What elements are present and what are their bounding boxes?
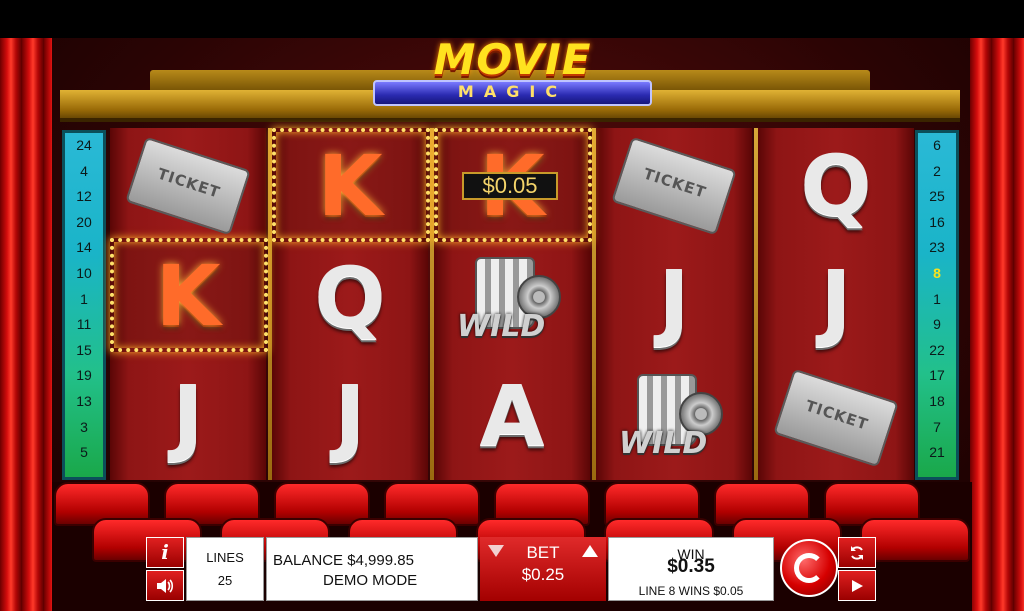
ticket-icon: TICKET: [773, 368, 899, 467]
ticket-icon: TICKET: [125, 136, 251, 235]
symbol-letter: J: [658, 251, 690, 350]
symbol-q: Q: [758, 128, 914, 243]
mode-text: DEMO MODE: [323, 572, 418, 589]
payline-number: 1: [933, 290, 941, 307]
spin-icon: [794, 553, 824, 583]
symbol-ticket: TICKET: [596, 128, 752, 243]
symbol-j: J: [272, 358, 428, 473]
symbol-letter: J: [172, 366, 204, 465]
payline-number: 7: [933, 418, 941, 435]
payline-number: 14: [76, 239, 92, 256]
win-display: WIN $0.35 LINE 8 WINS $0.05: [608, 537, 774, 601]
symbol-letter: K: [155, 246, 221, 345]
payline-number: 5: [80, 444, 88, 461]
play-icon: [852, 580, 863, 592]
spin-button[interactable]: [780, 539, 838, 597]
payline-indicators-right: 6 2 25 16 23 8 1 9 22 17 18 7 21: [915, 130, 959, 480]
symbol-ticket: TICKET: [758, 360, 914, 475]
payline-number: 2: [933, 162, 941, 179]
game-stage: MOVIE MAGIC 24 4 12 20 14 10 1 11 15 19 13 3 5 6 2 25 1…: [0, 0, 1024, 611]
bet-increase-button[interactable]: [582, 545, 598, 557]
payline-number: 18: [929, 392, 945, 409]
payline-number: 20: [76, 213, 92, 230]
payline-number: 13: [76, 392, 92, 409]
wild-icon: WILD: [609, 368, 739, 468]
payline-indicators-left: 24 4 12 20 14 10 1 11 15 19 13 3 5: [62, 130, 106, 480]
payline-number: 4: [80, 162, 88, 179]
win-detail: LINE 8 WINS $0.05: [638, 584, 744, 598]
autoplay-button[interactable]: [838, 537, 876, 568]
logo-subtitle: MAGIC: [457, 82, 568, 101]
symbol-letter: Q: [314, 248, 386, 347]
ticket-label: TICKET: [155, 164, 223, 202]
payline-number: 25: [929, 188, 945, 205]
payline-number: 16: [929, 213, 945, 230]
payline-number: 21: [929, 444, 945, 461]
refresh-icon: [851, 546, 863, 560]
payline-number: 1: [80, 290, 88, 307]
symbol-q: Q: [272, 240, 428, 355]
wild-icon: WILD: [447, 251, 577, 351]
symbol-k: K: [272, 128, 428, 243]
bet-decrease-button[interactable]: [488, 545, 504, 557]
wild-label: WILD: [457, 308, 546, 344]
ticket-icon: TICKET: [611, 136, 737, 235]
symbol-letter: Q: [800, 136, 872, 235]
logo-title: MOVIE: [433, 35, 592, 84]
payline-number: 10: [76, 264, 92, 281]
payline-number: 3: [80, 418, 88, 435]
symbol-letter: A: [479, 366, 545, 465]
ticket-label: TICKET: [803, 396, 871, 434]
lines-display: LINES 25: [186, 537, 264, 601]
ticket-label: TICKET: [641, 164, 709, 202]
symbol-wild: WILD: [596, 360, 752, 475]
payline-number: 24: [76, 137, 92, 153]
balance-display: BALANCE $4,999.85 DEMO MODE: [266, 537, 478, 601]
symbol-letter: J: [334, 366, 366, 465]
left-curtain: [0, 38, 52, 611]
payline-number: 9: [933, 316, 941, 333]
play-button[interactable]: [838, 570, 876, 601]
seat: [860, 518, 970, 562]
lines-label: LINES: [206, 550, 244, 565]
symbol-ticket: TICKET: [110, 128, 266, 243]
symbol-j: J: [596, 243, 752, 358]
symbol-k: K: [110, 238, 266, 353]
game-logo: MOVIE MAGIC: [355, 38, 670, 110]
line-win-amount-tag: $0.05: [462, 172, 558, 200]
bet-control: BET $0.25: [480, 537, 606, 601]
control-panel: i LINES 25 BALANCE $4,999.85 DEMO MODE B…: [146, 537, 876, 603]
balance-text: BALANCE $4,999.85: [273, 552, 414, 569]
payline-number: 12: [76, 188, 92, 205]
symbol-j: J: [758, 243, 914, 358]
payline-number: 6: [933, 137, 941, 153]
bet-value: $0.25: [521, 565, 565, 584]
symbol-letter: K: [317, 136, 383, 235]
payline-number: 11: [76, 316, 92, 333]
symbol-j: J: [110, 358, 266, 473]
payline-number: 19: [76, 367, 92, 384]
lines-value: 25: [217, 573, 233, 588]
symbol-wild: WILD: [434, 243, 590, 358]
symbol-a: A: [434, 358, 590, 473]
info-button[interactable]: i: [146, 537, 184, 568]
sound-button[interactable]: [146, 570, 184, 601]
top-bar: [0, 0, 1024, 38]
sound-icon: [157, 579, 174, 593]
payline-number: 23: [929, 239, 945, 256]
payline-number: 8: [933, 264, 941, 281]
symbol-letter: J: [820, 251, 852, 350]
right-curtain: [970, 38, 1024, 611]
wild-label: WILD: [619, 425, 708, 461]
payline-number: 17: [929, 367, 945, 384]
payline-number: 15: [76, 341, 92, 358]
win-value: $0.35: [667, 556, 715, 577]
payline-number: 22: [929, 341, 945, 358]
